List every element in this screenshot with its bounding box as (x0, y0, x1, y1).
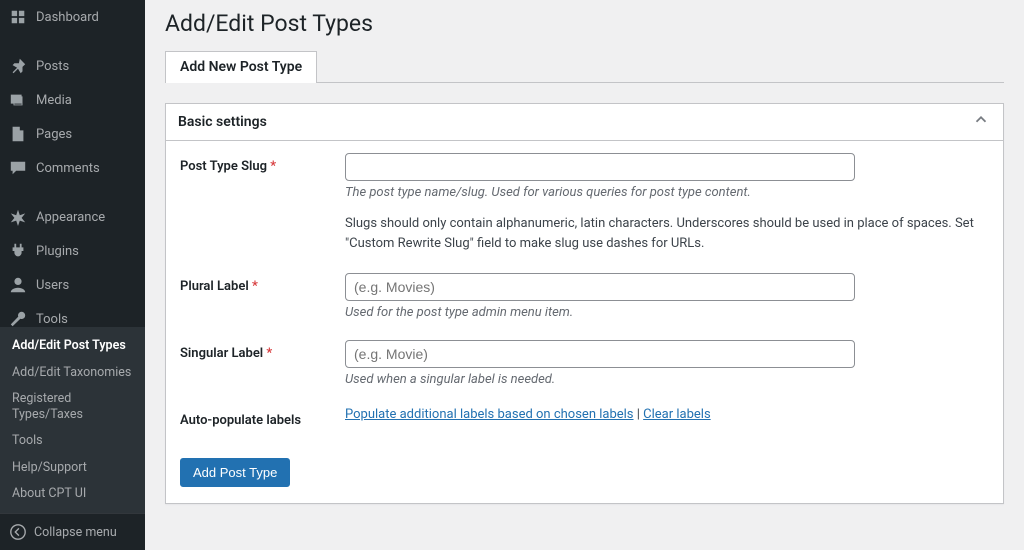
plural-label-input[interactable] (345, 273, 855, 301)
submenu-item-add-edit-post-types[interactable]: Add/Edit Post Types (0, 333, 145, 359)
panel-title: Basic settings (178, 114, 267, 130)
sidebar-item-comments[interactable]: Comments (0, 151, 145, 185)
field-auto-populate: Populate additional labels based on chos… (345, 407, 989, 428)
singular-label-input[interactable] (345, 340, 855, 368)
label-text: Plural Label (180, 279, 249, 294)
label-post-type-slug: Post Type Slug * (180, 153, 345, 253)
sidebar-submenu: Add/Edit Post Types Add/Edit Taxonomies … (0, 327, 145, 513)
tab-add-new-post-type[interactable]: Add New Post Type (165, 51, 317, 83)
chevron-up-icon (972, 111, 990, 133)
collapse-icon (8, 522, 28, 542)
slug-description: The post type name/slug. Used for variou… (345, 185, 989, 200)
sidebar-item-appearance[interactable]: Appearance (0, 200, 145, 234)
comments-icon (8, 158, 28, 178)
submenu-item-registered-types-taxes[interactable]: Registered Types/Taxes (0, 386, 145, 429)
label-singular: Singular Label * (180, 340, 345, 387)
panel-body: Post Type Slug * The post type name/slug… (166, 141, 1003, 503)
main-content: Add/Edit Post Types Add New Post Type Ba… (145, 0, 1024, 550)
clear-labels-link[interactable]: Clear labels (643, 407, 711, 422)
submenu-item-tools[interactable]: Tools (0, 428, 145, 454)
row-singular-label: Singular Label * Used when a singular la… (180, 340, 989, 387)
field-plural: Used for the post type admin menu item. (345, 273, 989, 320)
submenu-item-help-support[interactable]: Help/Support (0, 455, 145, 481)
panel-header: Basic settings (166, 104, 1003, 141)
sidebar-item-pages[interactable]: Pages (0, 117, 145, 151)
dashboard-icon (8, 7, 28, 27)
label-text: Singular Label (180, 346, 263, 361)
row-auto-populate: Auto-populate labels Populate additional… (180, 407, 989, 428)
sidebar-item-label: Tools (36, 312, 68, 327)
field-post-type-slug: The post type name/slug. Used for variou… (345, 153, 989, 253)
populate-labels-link[interactable]: Populate additional labels based on chos… (345, 407, 634, 422)
add-post-type-button[interactable]: Add Post Type (180, 458, 290, 487)
label-text: Post Type Slug (180, 159, 267, 174)
tools-icon (8, 309, 28, 327)
label-plural: Plural Label * (180, 273, 345, 320)
media-icon (8, 90, 28, 110)
sidebar-item-posts[interactable]: Posts (0, 49, 145, 83)
required-indicator: * (252, 279, 258, 294)
submenu-item-about-cpt-ui[interactable]: About CPT UI (0, 481, 145, 507)
sidebar-item-label: Media (36, 93, 72, 108)
plural-description: Used for the post type admin menu item. (345, 305, 989, 320)
sidebar-item-label: Dashboard (36, 10, 99, 25)
sidebar-item-dashboard[interactable]: Dashboard (0, 0, 145, 34)
field-singular: Used when a singular label is needed. (345, 340, 989, 387)
label-auto-populate: Auto-populate labels (180, 407, 345, 428)
sidebar-item-tools[interactable]: Tools (0, 302, 145, 327)
sidebar-item-label: Appearance (36, 210, 105, 225)
sidebar-separator (0, 39, 145, 44)
slug-help-text: Slugs should only contain alphanumeric, … (345, 214, 989, 253)
pin-icon (8, 56, 28, 76)
panel-toggle-button[interactable] (971, 112, 991, 132)
tab-bar: Add New Post Type (165, 51, 1004, 83)
sidebar-item-label: Comments (36, 161, 100, 176)
required-indicator: * (270, 159, 276, 174)
post-type-slug-input[interactable] (345, 153, 855, 181)
sidebar-item-label: Users (36, 278, 69, 293)
admin-sidebar: Dashboard Posts Media Pages Comments App… (0, 0, 145, 550)
collapse-menu-button[interactable]: Collapse menu (0, 513, 145, 550)
appearance-icon (8, 207, 28, 227)
users-icon (8, 275, 28, 295)
link-separator: | (634, 407, 644, 422)
sidebar-item-media[interactable]: Media (0, 83, 145, 117)
submenu-item-add-edit-taxonomies[interactable]: Add/Edit Taxonomies (0, 360, 145, 386)
label-text: Auto-populate labels (180, 413, 301, 428)
sidebar-separator (0, 190, 145, 195)
plugins-icon (8, 241, 28, 261)
pages-icon (8, 124, 28, 144)
collapse-menu-label: Collapse menu (34, 525, 117, 540)
sidebar-item-label: Posts (36, 59, 69, 74)
row-plural-label: Plural Label * Used for the post type ad… (180, 273, 989, 320)
row-post-type-slug: Post Type Slug * The post type name/slug… (180, 153, 989, 253)
sidebar-menu: Dashboard Posts Media Pages Comments App… (0, 0, 145, 327)
sidebar-item-label: Plugins (36, 244, 79, 259)
sidebar-item-label: Pages (36, 127, 72, 142)
basic-settings-panel: Basic settings Post Type Slug * The post… (165, 103, 1004, 504)
required-indicator: * (266, 346, 272, 361)
sidebar-item-users[interactable]: Users (0, 268, 145, 302)
page-title: Add/Edit Post Types (165, 10, 1004, 37)
sidebar-item-plugins[interactable]: Plugins (0, 234, 145, 268)
singular-description: Used when a singular label is needed. (345, 372, 989, 387)
